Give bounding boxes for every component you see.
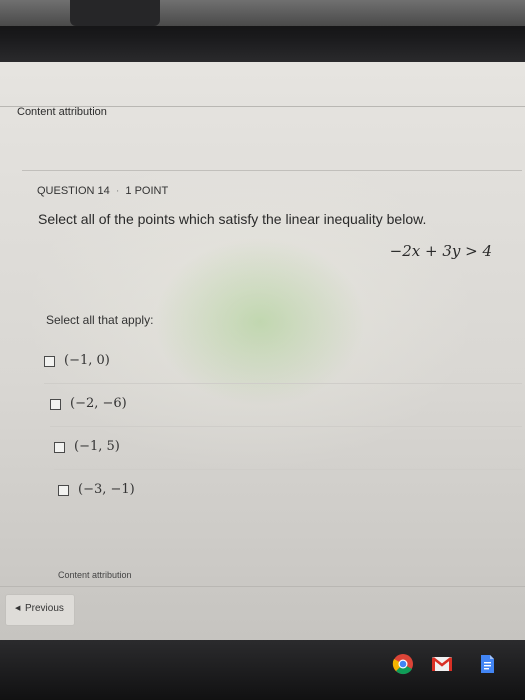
quiz-page: Content attribution QUESTION 14 · 1 POINT … [0, 62, 525, 640]
content-attribution-link-bottom[interactable]: Content attribution [58, 570, 132, 580]
chrome-icon[interactable] [392, 653, 414, 675]
option-label: (−2, −6) [70, 396, 127, 411]
gmail-icon[interactable] [431, 653, 453, 675]
question-points: 1 POINT [125, 185, 169, 197]
checkbox[interactable] [54, 442, 65, 453]
checkbox[interactable] [50, 399, 61, 410]
inequality-expression: −2x + 3y > 4 [389, 242, 492, 260]
answer-option-4[interactable]: (−3, −1) [58, 472, 522, 513]
divider-bottom [0, 586, 525, 587]
question-header: QUESTION 14 · 1 POINT [37, 185, 168, 197]
content-attribution-link-top[interactable]: Content attribution [17, 106, 107, 118]
instruction-text: Select all that apply: [46, 313, 154, 327]
os-shelf [0, 640, 525, 700]
question-card: QUESTION 14 · 1 POINT Select all of the po… [22, 170, 522, 571]
question-prompt: Select all of the points which satisfy t… [38, 211, 427, 227]
previous-button[interactable]: ◀ Previous [5, 594, 75, 626]
previous-label: Previous [25, 603, 64, 614]
docs-icon[interactable] [476, 653, 498, 675]
answer-option-2[interactable]: (−2, −6) [50, 386, 522, 427]
header-separator: · [115, 185, 120, 197]
answer-option-1[interactable]: (−1, 0) [44, 343, 522, 384]
checkbox[interactable] [44, 356, 55, 367]
checkbox[interactable] [58, 485, 69, 496]
monitor-bezel-top [0, 0, 525, 62]
chevron-left-icon: ◀ [15, 605, 21, 612]
option-label: (−1, 0) [64, 353, 110, 368]
divider-top [0, 106, 525, 107]
answer-option-3[interactable]: (−1, 5) [54, 429, 522, 470]
browser-tab[interactable] [70, 0, 160, 26]
option-label: (−1, 5) [74, 439, 120, 454]
option-label: (−3, −1) [78, 482, 135, 497]
question-number: QUESTION 14 [37, 185, 110, 197]
